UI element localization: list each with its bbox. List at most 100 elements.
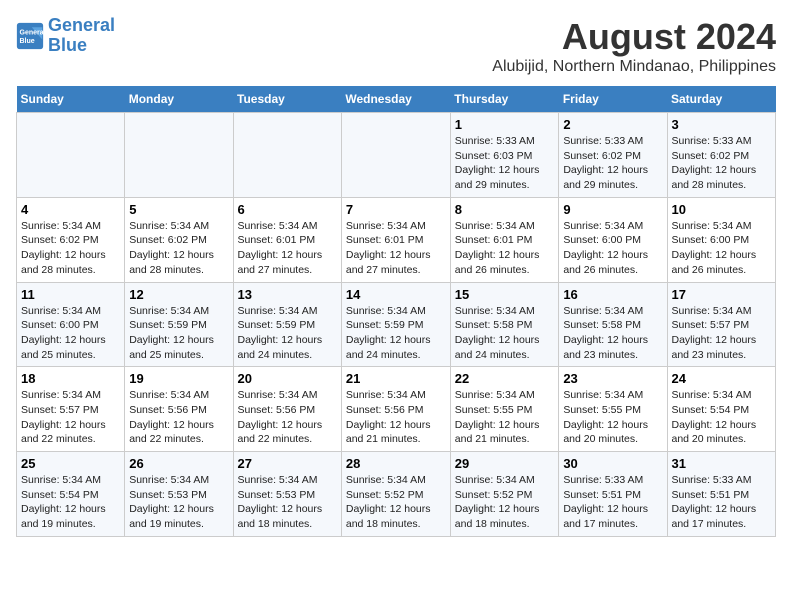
calendar-cell: 25 Sunrise: 5:34 AM Sunset: 5:54 PM Dayli… [17, 452, 125, 537]
day-number: 4 [21, 202, 120, 217]
calendar-cell: 17 Sunrise: 5:34 AM Sunset: 5:57 PM Dayli… [667, 282, 776, 367]
calendar-cell: 19 Sunrise: 5:34 AM Sunset: 5:56 PM Dayli… [125, 367, 233, 452]
svg-text:Blue: Blue [20, 38, 35, 45]
header-wednesday: Wednesday [341, 86, 450, 113]
calendar-table: SundayMondayTuesdayWednesdayThursdayFrid… [16, 86, 776, 537]
day-number: 18 [21, 371, 120, 386]
logo: General Blue General Blue [16, 16, 115, 56]
day-number: 2 [563, 117, 662, 132]
day-number: 1 [455, 117, 555, 132]
calendar-cell: 29 Sunrise: 5:34 AM Sunset: 5:52 PM Dayli… [450, 452, 559, 537]
day-number: 26 [129, 456, 228, 471]
day-content: Sunrise: 5:34 AM Sunset: 6:01 PM Dayligh… [455, 219, 555, 278]
calendar-header-row: SundayMondayTuesdayWednesdayThursdayFrid… [17, 86, 776, 113]
header-monday: Monday [125, 86, 233, 113]
day-number: 22 [455, 371, 555, 386]
calendar-cell: 4 Sunrise: 5:34 AM Sunset: 6:02 PM Daylig… [17, 197, 125, 282]
calendar-cell: 28 Sunrise: 5:34 AM Sunset: 5:52 PM Dayli… [341, 452, 450, 537]
day-content: Sunrise: 5:34 AM Sunset: 5:56 PM Dayligh… [238, 388, 337, 447]
day-content: Sunrise: 5:34 AM Sunset: 5:59 PM Dayligh… [238, 304, 337, 363]
day-content: Sunrise: 5:34 AM Sunset: 5:52 PM Dayligh… [455, 473, 555, 532]
day-content: Sunrise: 5:34 AM Sunset: 5:58 PM Dayligh… [455, 304, 555, 363]
calendar-cell: 5Sunrise: 5:34 AM Sunset: 6:02 PM Daylig… [125, 197, 233, 282]
day-content: Sunrise: 5:33 AM Sunset: 6:02 PM Dayligh… [672, 134, 772, 193]
day-number: 25 [21, 456, 120, 471]
day-number: 19 [129, 371, 228, 386]
day-number: 7 [346, 202, 446, 217]
day-number: 11 [21, 287, 120, 302]
calendar-cell: 10 Sunrise: 5:34 AM Sunset: 6:00 PM Dayli… [667, 197, 776, 282]
svg-text:General: General [20, 29, 45, 36]
day-number: 15 [455, 287, 555, 302]
calendar-cell: 14 Sunrise: 5:34 AM Sunset: 5:59 PM Dayli… [341, 282, 450, 367]
calendar-body: 1 Sunrise: 5:33 AM Sunset: 6:03 PM Daylig… [17, 113, 776, 537]
header-tuesday: Tuesday [233, 86, 341, 113]
day-number: 16 [563, 287, 662, 302]
day-number: 20 [238, 371, 337, 386]
calendar-cell: 7 Sunrise: 5:34 AM Sunset: 6:01 PM Daylig… [341, 197, 450, 282]
logo-icon: General Blue [16, 22, 44, 50]
day-number: 8 [455, 202, 555, 217]
day-content: Sunrise: 5:34 AM Sunset: 5:54 PM Dayligh… [672, 388, 772, 447]
day-content: Sunrise: 5:33 AM Sunset: 5:51 PM Dayligh… [563, 473, 662, 532]
day-content: Sunrise: 5:34 AM Sunset: 5:57 PM Dayligh… [672, 304, 772, 363]
day-content: Sunrise: 5:34 AM Sunset: 6:02 PM Dayligh… [21, 219, 120, 278]
day-number: 10 [672, 202, 772, 217]
calendar-cell: 31Sunrise: 5:33 AM Sunset: 5:51 PM Dayli… [667, 452, 776, 537]
day-content: Sunrise: 5:34 AM Sunset: 5:56 PM Dayligh… [129, 388, 228, 447]
day-content: Sunrise: 5:33 AM Sunset: 6:03 PM Dayligh… [455, 134, 555, 193]
day-number: 14 [346, 287, 446, 302]
day-number: 21 [346, 371, 446, 386]
calendar-cell: 26 Sunrise: 5:34 AM Sunset: 5:53 PM Dayli… [125, 452, 233, 537]
day-content: Sunrise: 5:34 AM Sunset: 6:00 PM Dayligh… [672, 219, 772, 278]
day-number: 23 [563, 371, 662, 386]
calendar-cell: 23Sunrise: 5:34 AM Sunset: 5:55 PM Dayli… [559, 367, 667, 452]
day-number: 17 [672, 287, 772, 302]
day-content: Sunrise: 5:34 AM Sunset: 6:02 PM Dayligh… [129, 219, 228, 278]
calendar-title: August 2024 [492, 16, 776, 58]
calendar-subtitle: Alubijid, Northern Mindanao, Philippines [492, 58, 776, 76]
calendar-cell: 1 Sunrise: 5:33 AM Sunset: 6:03 PM Daylig… [450, 113, 559, 198]
calendar-cell: 11 Sunrise: 5:34 AM Sunset: 6:00 PM Dayli… [17, 282, 125, 367]
day-content: Sunrise: 5:34 AM Sunset: 5:56 PM Dayligh… [346, 388, 446, 447]
calendar-cell: 30Sunrise: 5:33 AM Sunset: 5:51 PM Dayli… [559, 452, 667, 537]
day-number: 29 [455, 456, 555, 471]
day-content: Sunrise: 5:34 AM Sunset: 5:55 PM Dayligh… [455, 388, 555, 447]
week-row-5: 25 Sunrise: 5:34 AM Sunset: 5:54 PM Dayli… [17, 452, 776, 537]
week-row-1: 1 Sunrise: 5:33 AM Sunset: 6:03 PM Daylig… [17, 113, 776, 198]
day-content: Sunrise: 5:34 AM Sunset: 6:01 PM Dayligh… [346, 219, 446, 278]
calendar-cell: 20 Sunrise: 5:34 AM Sunset: 5:56 PM Dayli… [233, 367, 341, 452]
calendar-cell [341, 113, 450, 198]
week-row-2: 4 Sunrise: 5:34 AM Sunset: 6:02 PM Daylig… [17, 197, 776, 282]
day-content: Sunrise: 5:33 AM Sunset: 6:02 PM Dayligh… [563, 134, 662, 193]
day-content: Sunrise: 5:34 AM Sunset: 5:59 PM Dayligh… [346, 304, 446, 363]
week-row-3: 11 Sunrise: 5:34 AM Sunset: 6:00 PM Dayli… [17, 282, 776, 367]
day-number: 3 [672, 117, 772, 132]
day-content: Sunrise: 5:34 AM Sunset: 6:00 PM Dayligh… [21, 304, 120, 363]
calendar-cell: 16Sunrise: 5:34 AM Sunset: 5:58 PM Dayli… [559, 282, 667, 367]
header-friday: Friday [559, 86, 667, 113]
calendar-cell: 8 Sunrise: 5:34 AM Sunset: 6:01 PM Daylig… [450, 197, 559, 282]
calendar-cell: 21 Sunrise: 5:34 AM Sunset: 5:56 PM Dayli… [341, 367, 450, 452]
day-content: Sunrise: 5:34 AM Sunset: 6:01 PM Dayligh… [238, 219, 337, 278]
calendar-cell: 15 Sunrise: 5:34 AM Sunset: 5:58 PM Dayli… [450, 282, 559, 367]
day-content: Sunrise: 5:34 AM Sunset: 5:53 PM Dayligh… [238, 473, 337, 532]
day-content: Sunrise: 5:34 AM Sunset: 5:54 PM Dayligh… [21, 473, 120, 532]
calendar-cell: 24Sunrise: 5:34 AM Sunset: 5:54 PM Dayli… [667, 367, 776, 452]
calendar-cell: 12Sunrise: 5:34 AM Sunset: 5:59 PM Dayli… [125, 282, 233, 367]
day-number: 28 [346, 456, 446, 471]
day-content: Sunrise: 5:34 AM Sunset: 5:52 PM Dayligh… [346, 473, 446, 532]
calendar-cell: 2 Sunrise: 5:33 AM Sunset: 6:02 PM Daylig… [559, 113, 667, 198]
calendar-cell: 22 Sunrise: 5:34 AM Sunset: 5:55 PM Dayli… [450, 367, 559, 452]
calendar-cell: 27 Sunrise: 5:34 AM Sunset: 5:53 PM Dayli… [233, 452, 341, 537]
day-number: 12 [129, 287, 228, 302]
title-block: August 2024 Alubijid, Northern Mindanao,… [492, 16, 776, 76]
calendar-cell [17, 113, 125, 198]
day-content: Sunrise: 5:34 AM Sunset: 5:53 PM Dayligh… [129, 473, 228, 532]
calendar-cell: 13Sunrise: 5:34 AM Sunset: 5:59 PM Dayli… [233, 282, 341, 367]
day-content: Sunrise: 5:33 AM Sunset: 5:51 PM Dayligh… [672, 473, 772, 532]
calendar-cell: 6Sunrise: 5:34 AM Sunset: 6:01 PM Daylig… [233, 197, 341, 282]
day-number: 27 [238, 456, 337, 471]
calendar-cell: 18Sunrise: 5:34 AM Sunset: 5:57 PM Dayli… [17, 367, 125, 452]
header-sunday: Sunday [17, 86, 125, 113]
